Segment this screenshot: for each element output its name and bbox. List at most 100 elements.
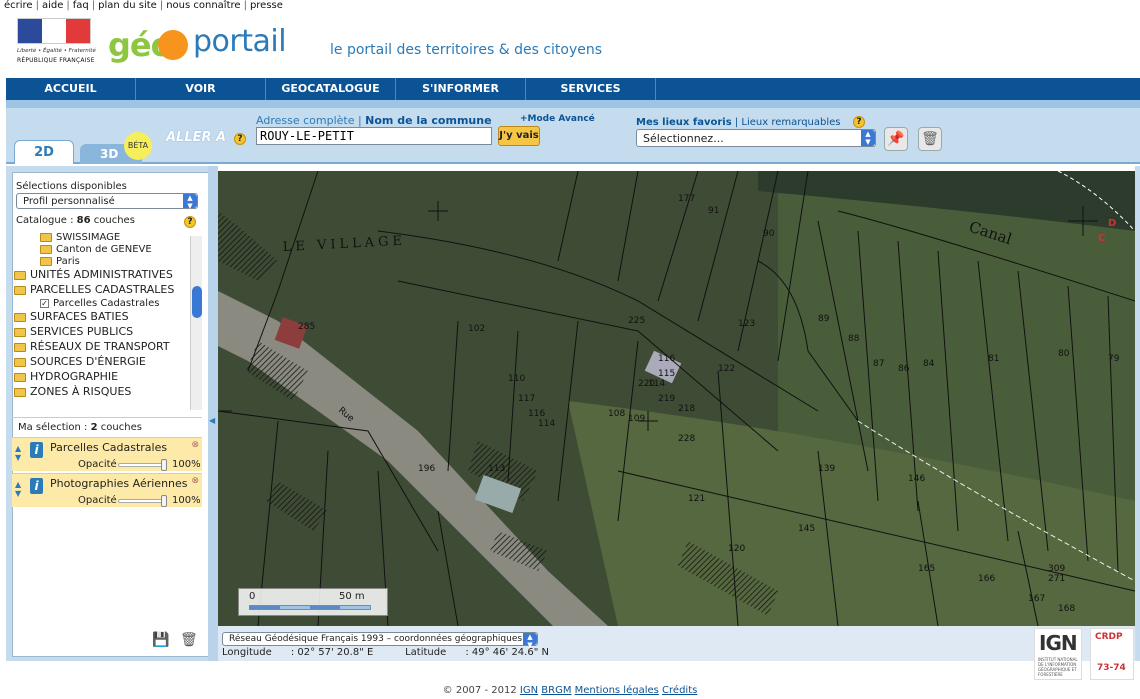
footer-link[interactable]: Crédits xyxy=(662,685,697,696)
parcel-number: 167 xyxy=(1028,594,1045,604)
slider-knob[interactable] xyxy=(161,459,167,471)
sidebar-collapse-handle[interactable]: ◀ xyxy=(208,166,218,661)
nav-accueil[interactable]: ACCUEIL xyxy=(6,78,136,100)
crdp-logo[interactable]: CRDP 73-74 xyxy=(1090,628,1134,680)
checkbox[interactable]: ✓ xyxy=(40,298,49,308)
delete-favorite-button[interactable]: 🗑 xyxy=(918,127,942,151)
opacity-label: Opacité xyxy=(78,495,117,506)
ign-logo[interactable]: IGN INSTITUT NATIONAL DE L'INFORMATION G… xyxy=(1034,628,1082,680)
nom-commune-link[interactable]: Nom de la commune xyxy=(365,114,491,127)
adresse-complete-link[interactable]: Adresse complète xyxy=(256,114,354,127)
parcel-number: 309 xyxy=(1048,564,1065,574)
jy-vais-button[interactable]: J'y vais xyxy=(498,126,540,146)
selections-title: Sélections disponibles xyxy=(16,181,127,192)
pin-button[interactable]: 📌 xyxy=(884,127,908,151)
parcel-number: 116 xyxy=(658,354,675,364)
mode-avance-link[interactable]: +Mode Avancé xyxy=(520,114,595,124)
layer-tree-item[interactable]: SOURCES D'ÉNERGIE xyxy=(14,355,190,370)
delete-selection-button[interactable]: 🗑 xyxy=(180,632,198,648)
layer-catalogue-tree: SWISSIMAGE Canton de GENEVE Paris UNITÉS AD… xyxy=(14,232,190,410)
top-link[interactable]: aide xyxy=(42,0,63,11)
tab-2d[interactable]: 2D xyxy=(14,140,74,164)
footer-links: IGN BRGM Mentions légales Crédits xyxy=(520,685,697,696)
favorites-selected: Sélectionnez... xyxy=(643,132,724,145)
projection-select[interactable]: Réseau Géodésique Français 1993 – coordo… xyxy=(222,632,538,649)
profile-select[interactable]: Profil personnalisé ▲ ▼ xyxy=(16,193,198,210)
help-icon[interactable]: ? xyxy=(184,216,196,228)
nav-sinformer[interactable]: S'INFORMER xyxy=(396,78,526,100)
aerial-cadastral-map[interactable]: LE VILLAGE Canal Rue 1779190898887 86 84 81… xyxy=(218,171,1135,626)
parcel-number: 91 xyxy=(708,206,719,216)
layer-tree-label: Paris xyxy=(56,256,80,267)
layer-tree-item[interactable]: SURFACES BATIES xyxy=(14,310,190,325)
opacity-slider[interactable] xyxy=(118,459,167,471)
ign-text: INSTITUT NATIONAL DE L'INFORMATION GÉOGR… xyxy=(1038,657,1078,677)
map-view[interactable]: LE VILLAGE Canal Rue 177 91 90 89 88 87 86 84 81… xyxy=(218,171,1135,626)
slider-knob[interactable] xyxy=(161,495,167,507)
footer-link[interactable]: Mentions légales xyxy=(575,685,659,696)
parcel-number: 271 xyxy=(1048,574,1065,584)
parcel-number: 86 xyxy=(898,364,910,374)
layer-tree-item[interactable]: PARCELLES CADASTRALES xyxy=(14,283,190,298)
save-selection-button[interactable]: 💾 xyxy=(152,632,169,648)
republique-logo[interactable]: Liberté • Égalité • Fraternité RÉPUBLIQU… xyxy=(14,18,96,72)
remove-layer-icon[interactable]: ⊗ xyxy=(191,476,199,486)
layer-tree-item[interactable]: Paris xyxy=(14,256,190,268)
my-selection-header: Ma sélection : 2 couches xyxy=(12,417,202,437)
folder-icon xyxy=(14,357,26,367)
layer-tree-item[interactable]: ✓ Parcelles Cadastrales xyxy=(14,298,190,310)
layer-tree-item[interactable]: ZONES À RISQUES xyxy=(14,385,190,400)
separator: | xyxy=(91,0,96,11)
parcel-number: 80 xyxy=(1058,349,1070,359)
layer-tree-item[interactable]: SWISSIMAGE xyxy=(14,232,190,244)
help-icon[interactable]: ? xyxy=(853,116,865,128)
layer-tree-label: SURFACES BATIES xyxy=(30,310,129,323)
search-input[interactable] xyxy=(256,127,492,145)
nav-geocatalogue[interactable]: GEOCATALOGUE xyxy=(266,78,396,100)
folder-icon xyxy=(14,270,26,280)
layer-tree-item[interactable]: Canton de GENEVE xyxy=(14,244,190,256)
select-arrows-icon: ▲ ▼ xyxy=(183,194,197,210)
nav-voir[interactable]: VOIR xyxy=(136,78,266,100)
footer-link[interactable]: IGN xyxy=(520,685,538,696)
right-handle[interactable] xyxy=(1135,166,1140,661)
folder-icon xyxy=(40,256,52,266)
top-link[interactable]: presse xyxy=(250,0,283,11)
parcel-number: 79 xyxy=(1108,354,1120,364)
catalogue-scrollbar[interactable] xyxy=(190,236,202,410)
nav-services[interactable]: SERVICES xyxy=(526,78,656,100)
scrollbar-thumb[interactable] xyxy=(192,286,202,318)
layer-tree-item[interactable]: SERVICES PUBLICS xyxy=(14,325,190,340)
layer-tree-item[interactable]: RÉSEAUX DE TRANSPORT xyxy=(14,340,190,355)
svg-text:C: C xyxy=(1098,233,1105,244)
layer-tree-item[interactable]: HYDROGRAPHIE xyxy=(14,370,190,385)
aller-a-label: ALLER À xyxy=(166,130,227,145)
top-link[interactable]: plan du site xyxy=(98,0,157,11)
reorder-arrows-icon[interactable]: ▲ ▼ xyxy=(15,444,21,462)
info-icon[interactable]: i xyxy=(30,478,43,494)
remove-layer-icon[interactable]: ⊗ xyxy=(191,440,199,450)
favorites-select[interactable]: Sélectionnez... ▲ ▼ xyxy=(636,129,876,147)
help-icon[interactable]: ? xyxy=(234,133,246,145)
top-link[interactable]: écrire xyxy=(4,0,33,11)
info-icon[interactable]: i xyxy=(30,442,43,458)
mes-lieux-favoris-link[interactable]: Mes lieux favoris xyxy=(636,117,732,128)
lieux-remarquables-link[interactable]: Lieux remarquables xyxy=(741,117,840,128)
layer-tree-label: SWISSIMAGE xyxy=(56,232,121,243)
opacity-slider[interactable] xyxy=(118,495,167,507)
selected-layer-name: Photographies Aériennes xyxy=(50,477,188,490)
folder-icon xyxy=(40,232,52,242)
layer-tree-item[interactable]: UNITÉS ADMINISTRATIVES xyxy=(14,268,190,283)
top-link[interactable]: faq xyxy=(73,0,89,11)
parcel-number: 228 xyxy=(678,434,695,444)
parcel-number: 115 xyxy=(658,369,675,379)
separator: | xyxy=(35,0,39,11)
layer-tree-label: ZONES À RISQUES xyxy=(30,385,132,398)
header: Liberté • Égalité • Fraternité RÉPUBLIQU… xyxy=(0,12,1140,78)
footer-link[interactable]: BRGM xyxy=(541,685,571,696)
projection-selected: Réseau Géodésique Français 1993 – coordo… xyxy=(229,634,523,644)
layer-tree-label: Parcelles Cadastrales xyxy=(53,298,160,309)
top-link[interactable]: nous connaître xyxy=(166,0,240,11)
reorder-arrows-icon[interactable]: ▲ ▼ xyxy=(15,480,21,498)
logo-orange-circle-icon xyxy=(158,30,188,60)
